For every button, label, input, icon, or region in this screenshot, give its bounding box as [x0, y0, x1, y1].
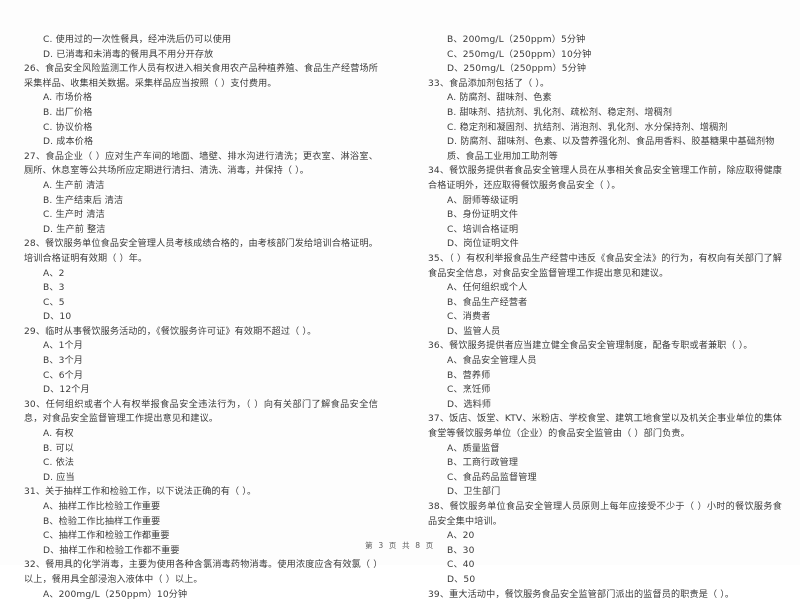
question-option: A、任何组织或个人	[447, 283, 528, 294]
question-stem: 30、任何组织或者个人有权举报食品安全违法行为，（ ）向有关部门了解食品安全信息…	[24, 399, 378, 425]
question-stem: 26、食品安全风险监测工作人员有权进入相关食用农产品种植养殖、食品生产经营场所采…	[24, 64, 378, 89]
question-option: B、3个月	[43, 356, 84, 367]
question-stem: 35、（ ）有权利举报食品生产经营中违反《食品安全法》的行为，有权向有关部门了解…	[428, 253, 782, 279]
question-stem: 28、餐饮服务单位食品安全管理人员考核成绩合格的，由考核部门发给培训合格证明。培…	[24, 239, 378, 264]
question-option: C. 稳定剂和凝固剂、抗结剂、消泡剂、乳化剂、水分保持剂、增稠剂	[447, 122, 728, 133]
question-option: A、200mg/L（250ppm）10分钟	[43, 589, 188, 600]
question-option: C、6个月	[43, 370, 84, 381]
question-stem: 38、餐饮服务单位食品安全管理人员原则上每年应接受不少于（ ）小时的餐饮服务食品…	[428, 502, 782, 527]
exam-paper-page: C. 使用过的一次性餐具，经冲洗后仍可以使用 D. 已消毒和未消毒的餐用具不用分开…	[0, 0, 800, 600]
question-option: A. 有权	[43, 429, 74, 440]
question-option: C. 生产时 清洁	[43, 210, 105, 221]
question-option: D、10	[43, 312, 72, 323]
question-option: D、监管人员	[447, 326, 501, 337]
two-column-body: C. 使用过的一次性餐具，经冲洗后仍可以使用 D. 已消毒和未消毒的餐用具不用分开…	[0, 0, 800, 600]
question-option: A、食品安全管理人员	[447, 356, 537, 367]
question-option: B、工商行政管理	[447, 458, 519, 469]
question-option: B、3	[43, 283, 65, 294]
question-option: B、身份证明文件	[447, 210, 519, 221]
question-option: C、40	[447, 560, 475, 571]
question-stem: 27、食品企业（ ）应对生产车间的地面、墙壁、排水沟进行清洗；更衣室、淋浴室、厕…	[24, 151, 378, 177]
question-option: B、200mg/L（250ppm）5分钟	[447, 35, 586, 45]
question-option: C. 协议价格	[43, 122, 93, 133]
right-column: B、200mg/L（250ppm）5分钟 C、250mg/L（250ppm）10分…	[400, 33, 800, 600]
question-stem: 37、饭店、饭堂、KTV、米粉店、学校食堂、建筑工地食堂以及机关企事业单位的集体…	[428, 414, 782, 440]
question-option: A、质量监督	[447, 443, 500, 454]
question-stem: 36、餐饮服务提供者应当建立健全食品安全管理制度，配备专职或者兼职（ ）。	[428, 341, 753, 352]
question-option: C、烹饪师	[447, 385, 491, 396]
question-option: C、培训合格证明	[447, 224, 519, 235]
question-option: A. 生产前 清洁	[43, 180, 105, 191]
question-option: D. 成本价格	[43, 137, 94, 148]
question-option: D、岗位证明文件	[447, 239, 519, 250]
question-option: D. 生产前 整洁	[43, 224, 106, 235]
question-stem: 31、关于抽样工作和检验工作，以下说法正确的有（ ）。	[24, 487, 257, 498]
question-stem: 33、食品添加剂包括了（ ）。	[428, 78, 550, 89]
question-option: A、厨师等级证明	[447, 195, 519, 206]
left-column: C. 使用过的一次性餐具，经冲洗后仍可以使用 D. 已消毒和未消毒的餐用具不用分开…	[0, 33, 400, 600]
question-option: D. 防腐剂、甜味剂、色素、以及营养强化剂、食品用香料、胶基糖果中基础剂物质、食…	[447, 137, 775, 162]
question-stem: 32、餐用具的化学消毒，主要为使用各种含氯消毒药物消毒。使用浓度应含有效氯（ ）…	[24, 560, 378, 585]
question-stem: 29、临时从事餐饮服务活动的，《餐饮服务许可证》有效期不超过（ ）。	[24, 326, 317, 337]
question-stem: 34、餐饮服务提供者食品安全管理人员在从事相关食品安全管理工作前，除应取得健康合…	[428, 166, 782, 191]
question-option: A、2	[43, 268, 65, 279]
question-option: D. 已消毒和未消毒的餐用具不用分开存放	[43, 49, 214, 60]
question-option: D、选料师	[447, 399, 492, 410]
page-footer: 第 3 页 共 8 页	[365, 541, 435, 550]
question-option: B、食品生产经营者	[447, 297, 528, 308]
question-option: C. 使用过的一次性餐具，经冲洗后仍可以使用	[43, 35, 232, 45]
question-option: B. 甜味剂、拮抗剂、乳化剂、疏松剂、稳定剂、增稠剂	[447, 107, 673, 118]
question-option: D、50	[447, 574, 476, 585]
question-option: D. 应当	[43, 472, 75, 483]
question-option: C、消费者	[447, 312, 491, 323]
question-option: A、1个月	[43, 341, 84, 352]
question-option: D、卫生部门	[447, 487, 501, 498]
question-option: B. 生产结束后 清洁	[43, 195, 124, 206]
question-option: B. 可以	[43, 443, 74, 454]
question-option: C、食品药品监督管理	[447, 472, 537, 483]
question-option: D、12个月	[43, 385, 90, 396]
question-option: A. 防腐剂、甜味剂、色素	[447, 93, 552, 104]
question-option: A. 市场价格	[43, 93, 93, 104]
question-option: A、抽样工作比检验工作重要	[43, 502, 161, 512]
question-option: C、5	[43, 297, 65, 308]
question-option: C. 依法	[43, 458, 75, 469]
question-option: B、检验工作比抽样工作重要	[43, 516, 161, 527]
question-option: D、250mg/L（250ppm）5分钟	[447, 64, 587, 75]
question-stem: 39、重大活动中，餐饮服务食品安全监管部门派出的监督员的职责是（ ）。	[428, 589, 735, 600]
question-option: C、250mg/L（250ppm）10分钟	[447, 49, 592, 60]
question-option: B. 出厂价格	[43, 107, 93, 118]
question-option: B、营养师	[447, 370, 491, 381]
